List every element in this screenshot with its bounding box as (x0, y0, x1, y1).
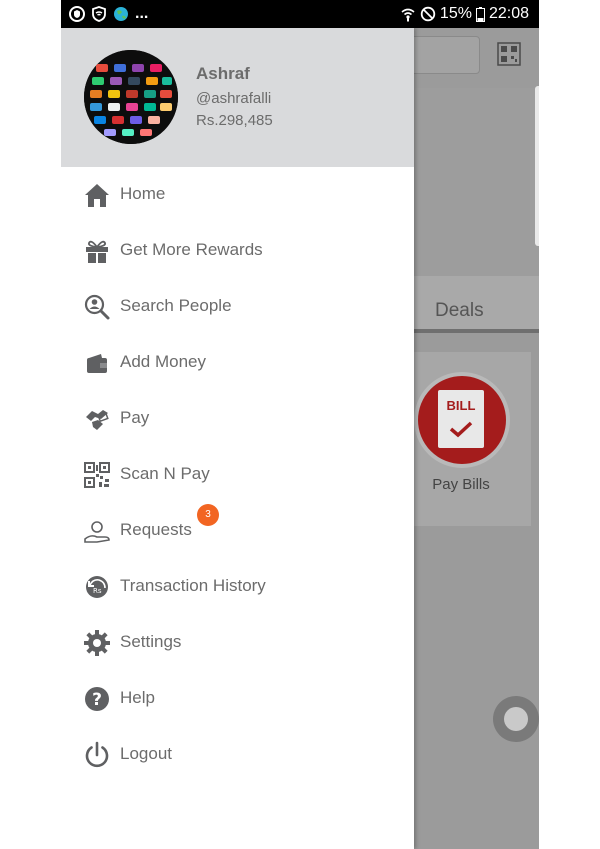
gift-icon (86, 240, 108, 263)
phone-screen: ... 15% 22:08 Deals BILL Pay Bills Ashra… (61, 0, 539, 849)
menu-item-settings[interactable]: Settings (61, 615, 414, 671)
qr-scan-icon (497, 42, 521, 66)
drawer-header[interactable]: Ashraf @ashrafalli Rs.298,485 (61, 28, 414, 167)
menu-item-help[interactable]: ? Help (61, 671, 414, 727)
menu-item-label: Settings (120, 632, 182, 651)
history-icon: Rs (86, 576, 108, 598)
status-more-dots: ... (135, 5, 149, 22)
menu-item-search-people[interactable]: Search People (61, 279, 414, 335)
shield-icon (69, 6, 85, 22)
checkmark-icon (449, 421, 473, 438)
menu-item-label: Add Money (120, 352, 206, 371)
qr-code-icon (84, 462, 110, 488)
menu-item-rewards[interactable]: Get More Rewards (61, 223, 414, 279)
status-time: 22:08 (488, 5, 529, 22)
bill-document: BILL (438, 390, 484, 448)
bill-icon: BILL (414, 372, 510, 468)
requests-count-badge: 3 (197, 504, 219, 526)
avatar[interactable] (84, 50, 178, 144)
status-bar: ... 15% 22:08 (61, 0, 539, 28)
menu-item-label: Home (120, 184, 166, 203)
menu-item-transaction-history[interactable]: Rs Transaction History (61, 559, 414, 615)
svg-text:Rs: Rs (93, 587, 102, 595)
status-left: ... (69, 5, 148, 23)
menu-item-label: Help (120, 688, 155, 707)
requests-icon (84, 521, 110, 543)
menu-item-label: Get More Rewards (120, 240, 263, 259)
avatar-app-grid-icon (84, 50, 178, 144)
status-right: 15% 22:08 (400, 5, 529, 23)
wallet-icon (87, 354, 107, 373)
fab-inner-circle (504, 707, 528, 731)
menu-item-label: Transaction History (120, 576, 266, 595)
menu-item-label: Search People (120, 296, 232, 315)
menu-item-home[interactable]: Home (61, 167, 414, 223)
help-icon: ? (85, 687, 109, 711)
home-icon (85, 184, 109, 207)
menu-item-logout[interactable]: Logout (61, 727, 414, 783)
floating-action-button (493, 696, 539, 742)
profile-name: Ashraf (196, 64, 250, 83)
menu-item-label: Requests (120, 520, 192, 539)
search-people-icon (84, 294, 110, 320)
profile-handle: @ashrafalli (196, 90, 272, 107)
menu-item-scan-n-pay[interactable]: Scan N Pay (61, 447, 414, 503)
globe-icon (114, 7, 128, 21)
navigation-drawer: Ashraf @ashrafalli Rs.298,485 Home Get M… (61, 28, 414, 849)
menu-item-add-money[interactable]: Add Money (61, 335, 414, 391)
power-icon (85, 741, 109, 768)
menu-item-label: Scan N Pay (120, 464, 210, 483)
wifi-icon (401, 8, 415, 22)
battery-icon (475, 6, 485, 22)
do-not-disturb-icon (420, 6, 436, 22)
tab-deals: Deals (435, 300, 484, 321)
menu-item-pay[interactable]: Pay (61, 391, 414, 447)
bill-icon-text: BILL (446, 398, 476, 413)
gear-icon (84, 630, 110, 656)
battery-percent: 15% (439, 5, 472, 22)
profile-balance: Rs.298,485 (196, 112, 273, 129)
menu-item-label: Logout (120, 744, 172, 763)
svg-text:?: ? (92, 690, 102, 710)
menu-item-label: Pay (120, 408, 150, 427)
pay-icon (86, 410, 109, 430)
menu-item-requests[interactable]: Requests 3 (61, 503, 414, 559)
background-edge-card (535, 86, 539, 246)
vpn-shield-icon (92, 6, 106, 22)
pay-bills-label: Pay Bills (432, 476, 490, 493)
